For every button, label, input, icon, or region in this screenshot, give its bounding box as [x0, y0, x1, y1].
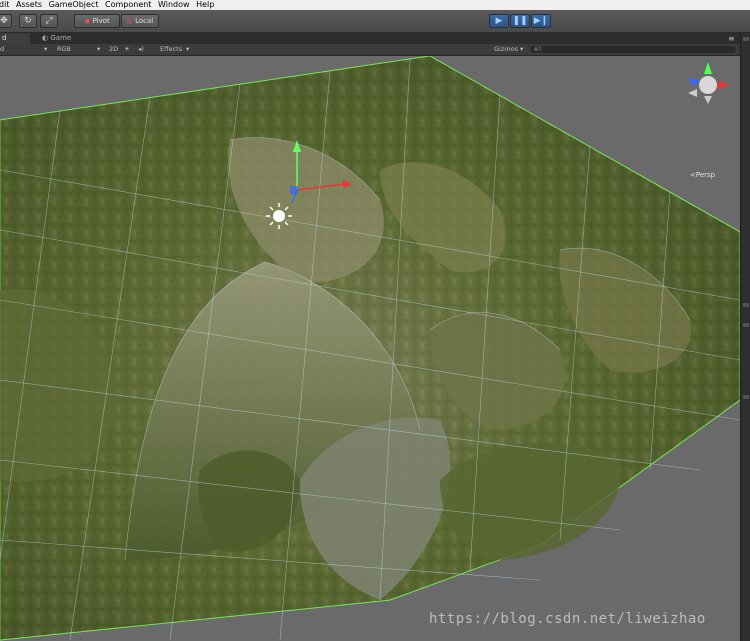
- shading-mode-dropdown[interactable]: d: [0, 44, 4, 55]
- play-button[interactable]: ▶: [489, 14, 509, 28]
- play-icon: ▶: [495, 16, 503, 26]
- step-button[interactable]: ▶❙: [531, 14, 551, 28]
- menu-item-component[interactable]: Component: [105, 0, 155, 10]
- pause-button[interactable]: ❚❚: [510, 14, 530, 28]
- search-input[interactable]: ⌕ All: [530, 46, 736, 53]
- rotate-tool-button[interactable]: ↻: [19, 14, 37, 28]
- window-tabs: d ◐ Game ≡: [0, 33, 750, 44]
- game-tab-icon: ◐: [42, 34, 49, 42]
- menu-item-gameobject[interactable]: GameObject: [49, 0, 103, 10]
- tab-scene-label: d: [2, 34, 7, 42]
- dropdown-arrow-icon: ▾: [44, 45, 48, 53]
- effects-dropdown[interactable]: Effects: [160, 44, 182, 55]
- dropdown-arrow-icon: ▾: [520, 45, 524, 53]
- projection-toggle[interactable]: <Persp: [690, 171, 715, 179]
- local-toggle-button[interactable]: ◎ Local: [121, 14, 159, 28]
- local-label: Local: [135, 17, 154, 25]
- move-icon: ✥: [0, 16, 8, 26]
- pivot-icon: ◉: [84, 17, 91, 25]
- scrollbar-marker: [743, 303, 749, 307]
- right-scrollbar[interactable]: [740, 33, 750, 641]
- menu-item-assets[interactable]: Assets: [16, 0, 46, 10]
- menu-item-help[interactable]: Help: [196, 0, 218, 10]
- move-tool-button[interactable]: ✥: [0, 14, 12, 28]
- rotate-icon: ↻: [24, 16, 32, 26]
- step-icon: ▶❙: [533, 16, 549, 26]
- 2d-toggle[interactable]: 2D: [109, 44, 118, 55]
- menu-bar: dit Assets GameObject Component Window H…: [0, 0, 750, 10]
- tab-scene[interactable]: d: [0, 33, 30, 44]
- terrain-render: [0, 56, 740, 641]
- scale-icon: ⤢: [45, 16, 53, 26]
- audio-toggle-icon[interactable]: ◂): [138, 44, 144, 55]
- gizmos-dropdown[interactable]: Gizmos: [494, 44, 518, 55]
- watermark-text: https://blog.csdn.net/liweizhao: [429, 611, 706, 627]
- tab-game[interactable]: ◐ Game: [36, 33, 80, 44]
- pivot-label: Pivot: [92, 17, 110, 25]
- tab-menu-icon[interactable]: ≡: [728, 33, 735, 44]
- local-icon: ◎: [126, 17, 133, 25]
- scene-viewport[interactable]: <Persp: [0, 56, 740, 641]
- scene-toolbar: d ▾ RGB ▾ 2D ☀ ◂) Effects ▾ Gizmos ▾ ⌕ Al…: [0, 44, 750, 56]
- scale-tool-button[interactable]: ⤢: [40, 14, 58, 28]
- scrollbar-marker: [743, 395, 749, 399]
- pause-icon: ❚❚: [512, 16, 528, 26]
- lighting-toggle-icon[interactable]: ☀: [124, 44, 130, 55]
- pivot-toggle-button[interactable]: ◉ Pivot: [74, 14, 120, 28]
- menu-item-window[interactable]: Window: [158, 0, 194, 10]
- tab-game-label: Game: [50, 34, 72, 42]
- projection-label: Persp: [695, 171, 716, 179]
- scrollbar-thumb[interactable]: [743, 37, 749, 41]
- render-mode-dropdown[interactable]: RGB: [57, 44, 71, 55]
- dropdown-arrow-icon: ▾: [186, 45, 190, 53]
- search-placeholder: All: [534, 46, 542, 53]
- menu-item-edit[interactable]: dit: [0, 0, 13, 10]
- main-toolbar: ✥ ↻ ⤢ ◉ Pivot ◎ Local ▶ ❚❚ ▶❙: [0, 10, 750, 33]
- scrollbar-marker: [743, 323, 749, 327]
- dropdown-arrow-icon: ▾: [97, 45, 101, 53]
